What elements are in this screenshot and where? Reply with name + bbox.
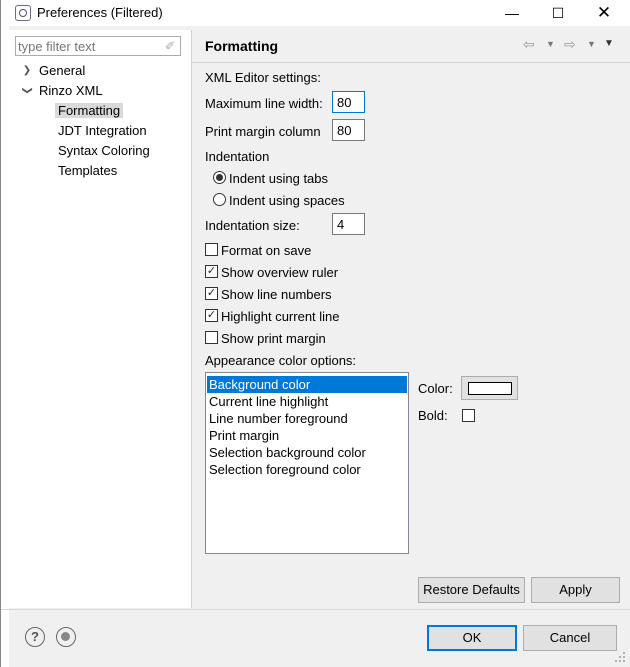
indent-spaces-label[interactable]: Indent using spaces: [229, 193, 345, 208]
apply-button[interactable]: Apply: [531, 577, 620, 603]
maximize-button[interactable]: ☐: [535, 0, 581, 26]
show-print-margin-label[interactable]: Show print margin: [221, 331, 326, 346]
eclipse-app-icon: [15, 5, 31, 21]
bold-checkbox[interactable]: [462, 409, 475, 422]
color-options-list[interactable]: Background color Current line highlight …: [205, 372, 409, 554]
back-arrow-icon[interactable]: ⇦: [523, 36, 535, 53]
cancel-button[interactable]: Cancel: [523, 625, 617, 651]
indent-tabs-label[interactable]: Indent using tabs: [229, 171, 328, 186]
list-item[interactable]: Selection background color: [209, 444, 366, 461]
show-line-numbers-label[interactable]: Show line numbers: [221, 287, 332, 302]
list-item[interactable]: Background color: [207, 376, 407, 393]
help-icon[interactable]: ?: [25, 627, 45, 647]
minimize-button[interactable]: —: [489, 0, 535, 26]
indentation-size-input[interactable]: [332, 213, 365, 235]
list-item[interactable]: Line number foreground: [209, 410, 348, 427]
show-overview-ruler-label[interactable]: Show overview ruler: [221, 265, 338, 280]
indent-spaces-radio[interactable]: [213, 193, 226, 206]
filter-input[interactable]: [18, 38, 160, 54]
show-print-margin-checkbox[interactable]: [205, 331, 218, 344]
tree-item-jdt-integration[interactable]: JDT Integration: [58, 121, 147, 140]
highlight-current-line-label[interactable]: Highlight current line: [221, 309, 340, 324]
filter-box: ✐: [15, 36, 181, 56]
page-title: Formatting: [205, 38, 279, 54]
appearance-color-options-label: Appearance color options:: [205, 353, 357, 368]
format-on-save-checkbox[interactable]: [205, 243, 218, 256]
xml-editor-settings-label: XML Editor settings:: [205, 70, 321, 85]
max-line-width-label: Maximum line width:: [205, 96, 323, 111]
chevron-down-icon[interactable]: ❯: [18, 85, 37, 97]
show-line-numbers-checkbox[interactable]: ✓: [205, 287, 218, 300]
forward-arrow-icon[interactable]: ⇨: [564, 36, 576, 53]
color-label: Color:: [418, 381, 453, 396]
tree-item-syntax-coloring[interactable]: Syntax Coloring: [58, 141, 150, 160]
indent-tabs-radio[interactable]: [213, 171, 226, 184]
show-overview-ruler-checkbox[interactable]: ✓: [205, 265, 218, 278]
list-item[interactable]: Current line highlight: [209, 393, 328, 410]
tree-item-templates[interactable]: Templates: [58, 161, 117, 180]
color-picker-button[interactable]: [461, 376, 518, 400]
list-item[interactable]: Print margin: [209, 427, 279, 444]
resize-grip[interactable]: [613, 650, 627, 664]
header-separator: [192, 62, 630, 63]
tree-item-label: Rinzo XML: [39, 83, 103, 98]
bold-label: Bold:: [418, 408, 448, 423]
preferences-dialog: Preferences (Filtered) — ☐ ✕ ✐ ❯ General…: [0, 0, 630, 667]
list-item[interactable]: Selection foreground color: [209, 461, 361, 478]
close-button[interactable]: ✕: [581, 0, 627, 26]
clear-filter-icon[interactable]: ✐: [163, 39, 177, 53]
print-margin-column-input[interactable]: [332, 119, 365, 141]
print-margin-column-label: Print margin column: [205, 124, 321, 139]
indentation-heading: Indentation: [205, 149, 270, 164]
chevron-right-icon[interactable]: ❯: [21, 61, 33, 80]
tree-item-label: Syntax Coloring: [58, 143, 150, 158]
back-history-dropdown-icon[interactable]: ▼: [546, 39, 555, 49]
restore-defaults-button[interactable]: Restore Defaults: [418, 577, 525, 603]
format-on-save-label[interactable]: Format on save: [221, 243, 311, 258]
forward-history-dropdown-icon[interactable]: ▼: [587, 39, 596, 49]
ok-button[interactable]: OK: [427, 625, 517, 651]
view-menu-icon[interactable]: ▼: [604, 38, 614, 49]
max-line-width-input[interactable]: [332, 91, 365, 113]
tree-item-label: Formatting: [55, 103, 124, 118]
tree-item-label: General: [39, 63, 86, 78]
color-swatch: [468, 382, 512, 395]
tree-item-label: Templates: [58, 163, 118, 178]
background-editor-strip: [1, 0, 9, 667]
tree-item-label: JDT Integration: [58, 123, 147, 138]
indentation-size-label: Indentation size:: [205, 218, 300, 233]
footer-separator: [1, 609, 630, 610]
title-bar: Preferences (Filtered) — ☐ ✕: [1, 0, 630, 26]
tree-item-formatting[interactable]: Formatting: [55, 101, 124, 120]
oomph-record-icon[interactable]: [56, 627, 76, 647]
window-title: Preferences (Filtered): [37, 5, 163, 20]
highlight-current-line-checkbox[interactable]: ✓: [205, 309, 218, 322]
